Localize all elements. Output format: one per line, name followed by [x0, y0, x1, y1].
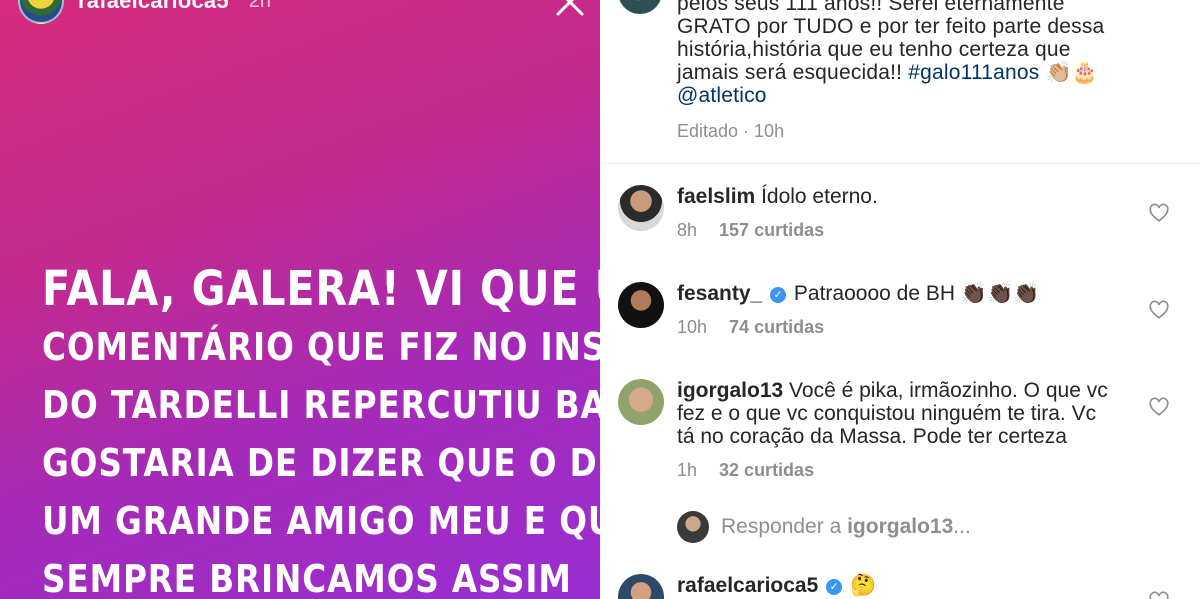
comment-meta: 8h 157 curtidas — [677, 220, 824, 241]
caption-emoji: 👏🏼🎂 — [1039, 61, 1099, 84]
comment-time: 8h — [677, 220, 698, 240]
comment-meta: 1h 32 curtidas — [677, 460, 814, 481]
caption-avatar[interactable] — [618, 0, 662, 14]
comment-username[interactable]: fesanty_ — [677, 282, 762, 305]
story-time: 2h — [248, 0, 272, 12]
reply-target: igorgalo13 — [847, 515, 954, 538]
comment-username[interactable]: faelslim — [677, 185, 755, 208]
avatar[interactable] — [618, 185, 664, 231]
heart-icon[interactable] — [1148, 202, 1170, 224]
comment-body: rafaelcarioca5 ✓ 🤔 — [677, 574, 1117, 597]
caption-meta: Editado · 10h — [677, 121, 785, 141]
story-username[interactable]: rafaelcarioca5 — [78, 0, 229, 14]
verified-badge-icon: ✓ — [826, 579, 843, 595]
story-line: GOSTARIA DE DIZER QUE O DIEGO É — [42, 441, 600, 485]
story-avatar[interactable] — [18, 0, 64, 24]
avatar[interactable] — [618, 574, 664, 599]
comment-body: faelslim Ídolo eterno. — [677, 185, 1117, 208]
mention-link[interactable]: @atletico — [677, 84, 767, 107]
comment-time: 10h — [677, 317, 708, 337]
story-line: SEMPRE BRINCAMOS ASSIM — [42, 557, 572, 599]
heart-icon[interactable] — [1148, 590, 1170, 599]
avatar[interactable] — [618, 379, 664, 425]
comment-body: igorgalo13 Você é pika, irmãozinho. O qu… — [677, 379, 1117, 448]
comment-likes[interactable]: 74 curtidas — [729, 317, 824, 337]
caption-line: GRATO por TUDO e por ter feito parte des… — [677, 15, 1105, 38]
verified-badge-icon: ✓ — [770, 287, 787, 303]
story-header: rafaelcarioca5 2h — [18, 0, 272, 24]
comment-likes[interactable]: 157 curtidas — [719, 220, 824, 240]
close-icon[interactable] — [554, 0, 586, 18]
comment-text: 🤔 — [849, 574, 877, 597]
comment-time: 1h — [677, 460, 698, 480]
heart-icon[interactable] — [1148, 396, 1170, 418]
comment-body: fesanty_ ✓ Patraoooo de BH 👏🏿👏🏿👏🏿 — [677, 282, 1117, 305]
comment-username[interactable]: rafaelcarioca5 — [677, 574, 818, 597]
comment-username[interactable]: igorgalo13 — [677, 379, 783, 402]
comment-text: Patraoooo de BH 👏🏿👏🏿👏🏿 — [793, 282, 1040, 305]
heart-icon[interactable] — [1148, 299, 1170, 321]
story-line: FALA, GALERA! VI QUE UM — [42, 261, 600, 317]
comment-likes[interactable]: 32 curtidas — [719, 460, 814, 480]
story-line: UM GRANDE AMIGO MEU E QUE — [42, 499, 600, 543]
avatar[interactable] — [618, 282, 664, 328]
caption-line: pelos seus 111 anos!! Serei eternamente — [677, 0, 1065, 15]
comments-panel: pelos seus 111 anos!! Serei eternamente … — [600, 0, 1200, 599]
avatar — [677, 511, 709, 543]
caption-text: jamais será esquecida!! — [677, 61, 909, 84]
caption-line: história,história que eu tenho certeza q… — [677, 38, 1071, 61]
reply-prefix: Responder a — [721, 515, 848, 538]
story-text: FALA, GALERA! VI QUE UM COMENTÁRIO QUE F… — [42, 260, 600, 599]
reply-input[interactable]: Responder a igorgalo13... — [721, 515, 971, 539]
reply-suffix: ... — [953, 515, 971, 538]
story-line: COMENTÁRIO QUE FIZ NO INSTAGRAM — [42, 325, 600, 369]
caption-line: jamais será esquecida!! #galo111anos 👏🏼🎂 — [677, 61, 1117, 84]
hashtag-link[interactable]: #galo111anos — [908, 61, 1039, 84]
story-view: rafaelcarioca5 2h FALA, GALERA! VI QUE U… — [0, 0, 600, 599]
comment-text: Ídolo eterno. — [761, 185, 878, 208]
story-line: DO TARDELLI REPERCUTIU BASTANTE. — [42, 383, 600, 427]
comment-meta: 10h 74 curtidas — [677, 317, 824, 338]
divider — [600, 163, 1200, 164]
post-caption: pelos seus 111 anos!! Serei eternamente … — [677, 0, 1117, 107]
reply-row: Responder a igorgalo13... — [677, 511, 971, 543]
